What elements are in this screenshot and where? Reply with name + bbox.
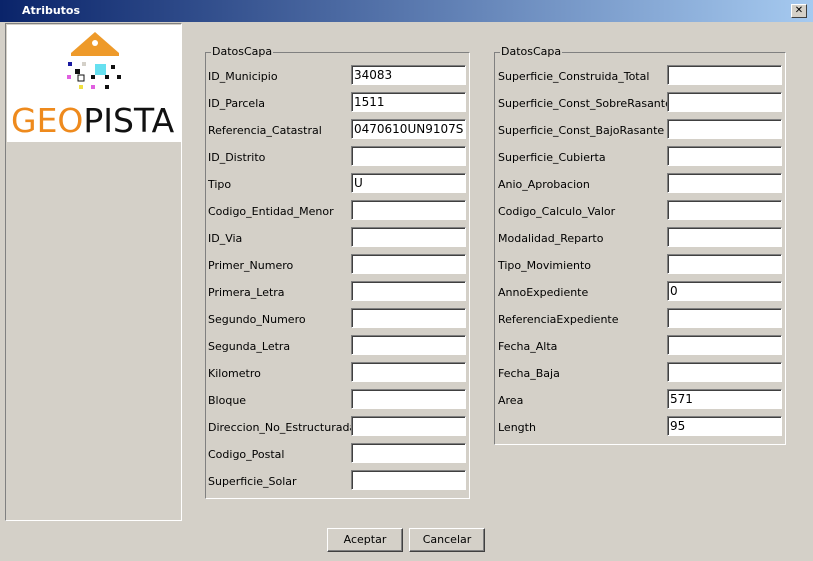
left-label: Primera_Letra — [208, 286, 285, 299]
right-field[interactable] — [667, 200, 782, 220]
right-label: Modalidad_Reparto — [498, 232, 604, 245]
left-label: Direccion_No_Estructurada — [208, 421, 357, 434]
left-field[interactable]: U — [351, 173, 466, 193]
left-field[interactable]: 34083 — [351, 65, 466, 85]
left-label: Segunda_Letra — [208, 340, 291, 353]
left-field[interactable] — [351, 416, 466, 436]
right-label: Superficie_Const_BajoRasante — [498, 124, 665, 137]
right-field[interactable] — [667, 308, 782, 328]
accept-button[interactable]: Aceptar — [327, 528, 403, 552]
geopista-logo: GEOPISTA — [7, 25, 182, 142]
left-label: Bloque — [208, 394, 247, 407]
left-field[interactable] — [351, 470, 466, 490]
right-field[interactable] — [667, 173, 782, 193]
right-label: Fecha_Alta — [498, 340, 558, 353]
left-field[interactable] — [351, 227, 466, 247]
close-button[interactable]: ✕ — [791, 4, 807, 18]
right-field[interactable] — [667, 119, 782, 139]
right-label: Tipo_Movimiento — [498, 259, 591, 272]
right-field[interactable] — [667, 227, 782, 247]
left-field[interactable] — [351, 389, 466, 409]
right-label: Length — [498, 421, 536, 434]
right-label: Area — [498, 394, 524, 407]
left-label: ID_Via — [208, 232, 243, 245]
right-field[interactable] — [667, 362, 782, 382]
left-label: Primer_Numero — [208, 259, 294, 272]
left-field[interactable] — [351, 335, 466, 355]
right-label: Superficie_Cubierta — [498, 151, 606, 164]
logo-wordmark: GEOPISTA — [11, 101, 175, 140]
group-legend-left: DatosCapa — [211, 45, 274, 58]
left-label: Codigo_Postal — [208, 448, 285, 461]
left-label: ID_Distrito — [208, 151, 266, 164]
left-label: Tipo — [208, 178, 232, 191]
left-label: Codigo_Entidad_Menor — [208, 205, 334, 218]
logo-panel: GEOPISTA — [5, 23, 182, 521]
left-label: Referencia_Catastral — [208, 124, 322, 137]
left-label: ID_Parcela — [208, 97, 265, 110]
group-legend-right: DatosCapa — [500, 45, 563, 58]
right-field[interactable] — [667, 92, 782, 112]
left-label: ID_Municipio — [208, 70, 278, 83]
cancel-button[interactable]: Cancelar — [409, 528, 485, 552]
left-label: Superficie_Solar — [208, 475, 297, 488]
left-field[interactable] — [351, 200, 466, 220]
left-field[interactable] — [351, 146, 466, 166]
right-label: AnnoExpediente — [498, 286, 589, 299]
left-label: Segundo_Numero — [208, 313, 306, 326]
right-label: Superficie_Construida_Total — [498, 70, 650, 83]
left-field[interactable]: 1511 — [351, 92, 466, 112]
right-label: ReferenciaExpediente — [498, 313, 619, 326]
right-field[interactable] — [667, 65, 782, 85]
right-label: Codigo_Calculo_Valor — [498, 205, 616, 218]
right-field[interactable]: 95 — [667, 416, 782, 436]
title-bar: Atributos ✕ — [0, 0, 813, 22]
left-field[interactable] — [351, 281, 466, 301]
right-label: Anio_Aprobacion — [498, 178, 590, 191]
right-field[interactable]: 0 — [667, 281, 782, 301]
left-label: Kilometro — [208, 367, 261, 380]
right-field[interactable]: 571 — [667, 389, 782, 409]
right-field[interactable] — [667, 335, 782, 355]
right-label: Superficie_Const_SobreRasante — [498, 97, 672, 110]
left-field[interactable] — [351, 308, 466, 328]
right-label: Fecha_Baja — [498, 367, 560, 380]
window-title: Atributos — [22, 4, 81, 17]
logo-graphic — [67, 32, 121, 89]
left-field[interactable] — [351, 254, 466, 274]
left-field[interactable] — [351, 362, 466, 382]
right-field[interactable] — [667, 254, 782, 274]
right-field[interactable] — [667, 146, 782, 166]
left-field[interactable]: 0470610UN9107S — [351, 119, 466, 139]
left-field[interactable] — [351, 443, 466, 463]
